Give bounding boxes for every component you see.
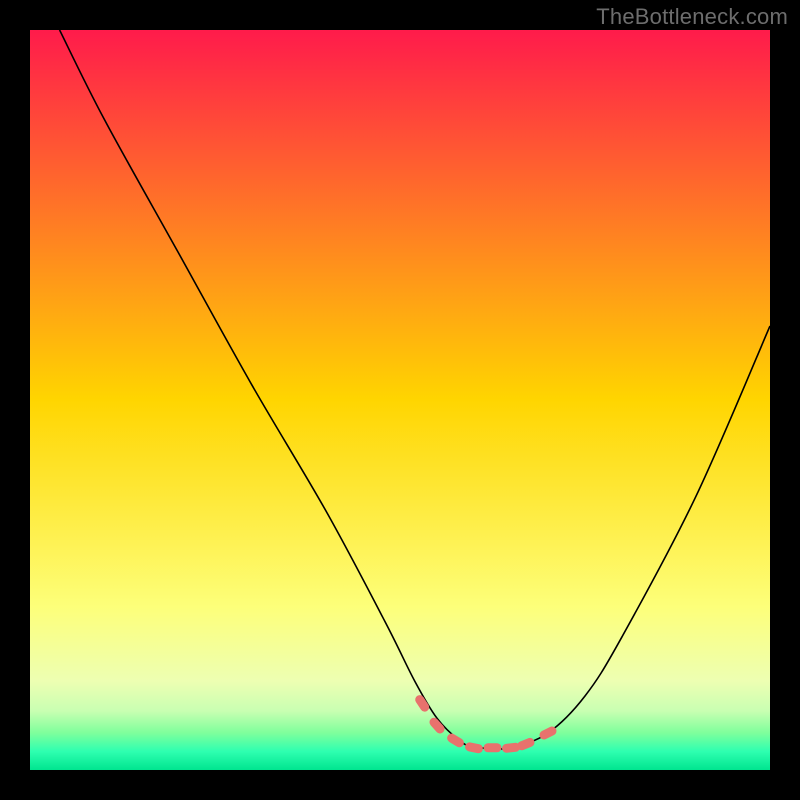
plot-area [30, 30, 770, 770]
gradient-background [30, 30, 770, 770]
chart-frame: TheBottleneck.com [0, 0, 800, 800]
marker-dash [484, 743, 502, 752]
watermark-text: TheBottleneck.com [596, 4, 788, 30]
chart-svg [30, 30, 770, 770]
